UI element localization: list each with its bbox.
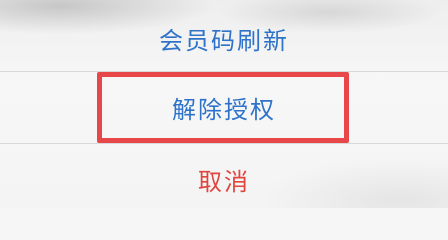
refresh-member-code-label: 会员码刷新 [159,26,289,55]
cancel-button[interactable]: 取消 [0,150,448,208]
divider [0,143,448,144]
highlight-annotation-box [97,72,349,143]
action-sheet: 会员码刷新 解除授权 取消 [0,0,448,208]
refresh-member-code-button[interactable]: 会员码刷新 [0,8,448,68]
cancel-label: 取消 [198,167,250,196]
